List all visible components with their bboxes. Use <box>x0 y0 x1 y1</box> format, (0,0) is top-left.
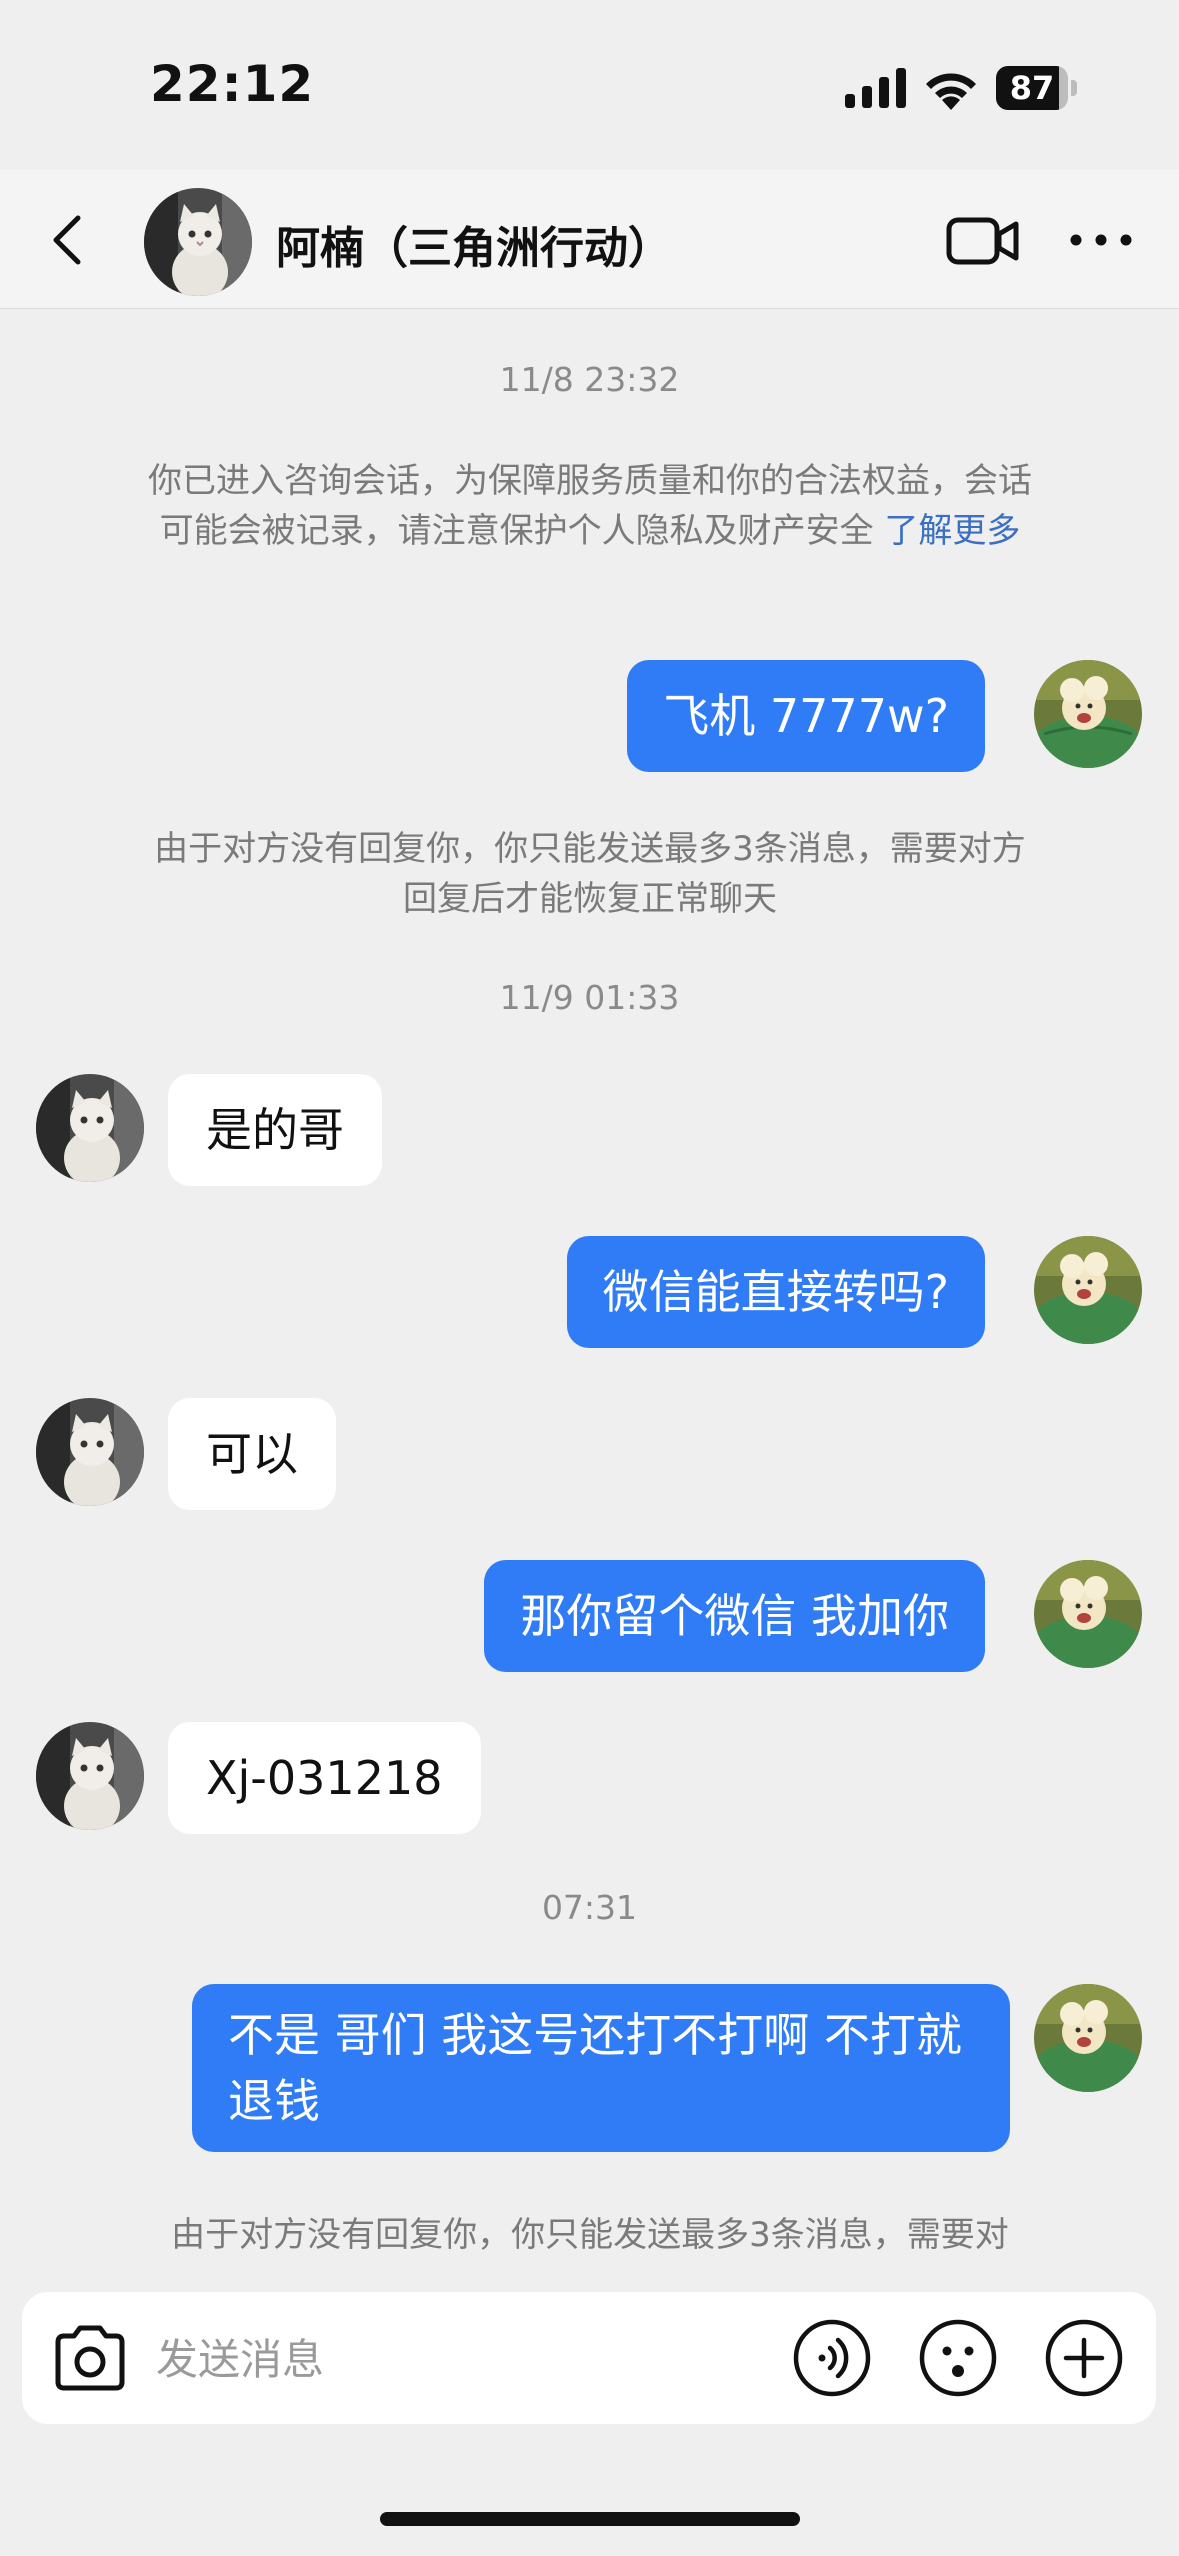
battery-icon: 87 <box>996 66 1078 110</box>
home-indicator[interactable] <box>380 2512 800 2526</box>
my-avatar[interactable] <box>1034 1984 1142 2092</box>
outgoing-message[interactable]: 飞机 7777w? <box>627 660 985 772</box>
contact-avatar[interactable] <box>36 1074 144 1182</box>
battery-level: 87 <box>1009 69 1055 107</box>
my-avatar[interactable] <box>1034 1236 1142 1344</box>
learn-more-link[interactable]: 了解更多 <box>884 511 1020 551</box>
limit-notice: 由于对方没有回复你，你只能发送最多3条消息，需要对 <box>171 2215 1009 2255</box>
chat-header: 阿楠（三角洲行动） <box>0 170 1179 309</box>
chat-title: 阿楠（三角洲行动） <box>276 223 672 274</box>
video-call-icon[interactable] <box>946 214 1020 268</box>
contact-avatar[interactable] <box>36 1722 144 1830</box>
outgoing-message[interactable]: 那你留个微信 我加你 <box>484 1560 985 1672</box>
my-avatar[interactable] <box>1034 1560 1142 1668</box>
my-avatar[interactable] <box>1034 660 1142 768</box>
signal-icon <box>845 68 906 108</box>
incoming-message[interactable]: 是的哥 <box>168 1074 382 1186</box>
camera-icon[interactable] <box>50 2320 130 2396</box>
status-time: 22:12 <box>150 55 315 113</box>
message-composer <box>22 2292 1156 2424</box>
incoming-message[interactable]: 可以 <box>168 1398 336 1510</box>
timestamp: 07:31 <box>541 1888 638 1927</box>
voice-icon[interactable] <box>792 2318 872 2398</box>
plus-icon[interactable] <box>1044 2318 1124 2398</box>
emoji-icon[interactable] <box>918 2318 998 2398</box>
chat-messages[interactable]: 11/8 23:32 你已进入咨询会话，为保障服务质量和你的合法权益，会话可能会… <box>0 310 1179 2285</box>
message-input[interactable] <box>154 2322 758 2396</box>
privacy-notice: 你已进入咨询会话，为保障服务质量和你的合法权益，会话可能会被记录，请注意保护个人… <box>140 456 1040 556</box>
incoming-message[interactable]: Xj-031218 <box>168 1722 481 1834</box>
limit-notice: 由于对方没有回复你，你只能发送最多3条消息，需要对方回复后才能恢复正常聊天 <box>154 829 1026 919</box>
timestamp: 11/8 23:32 <box>499 360 680 399</box>
more-icon[interactable] <box>1066 220 1136 260</box>
back-chevron-icon[interactable] <box>40 210 100 270</box>
outgoing-message[interactable]: 不是 哥们 我这号还打不打啊 不打就退钱 <box>192 1984 1010 2152</box>
timestamp: 11/9 01:33 <box>499 978 680 1017</box>
outgoing-message[interactable]: 微信能直接转吗? <box>566 1236 985 1348</box>
contact-avatar[interactable] <box>144 188 252 296</box>
status-bar: 22:12 87 <box>0 0 1179 170</box>
wifi-icon <box>926 73 976 110</box>
contact-avatar[interactable] <box>36 1398 144 1506</box>
